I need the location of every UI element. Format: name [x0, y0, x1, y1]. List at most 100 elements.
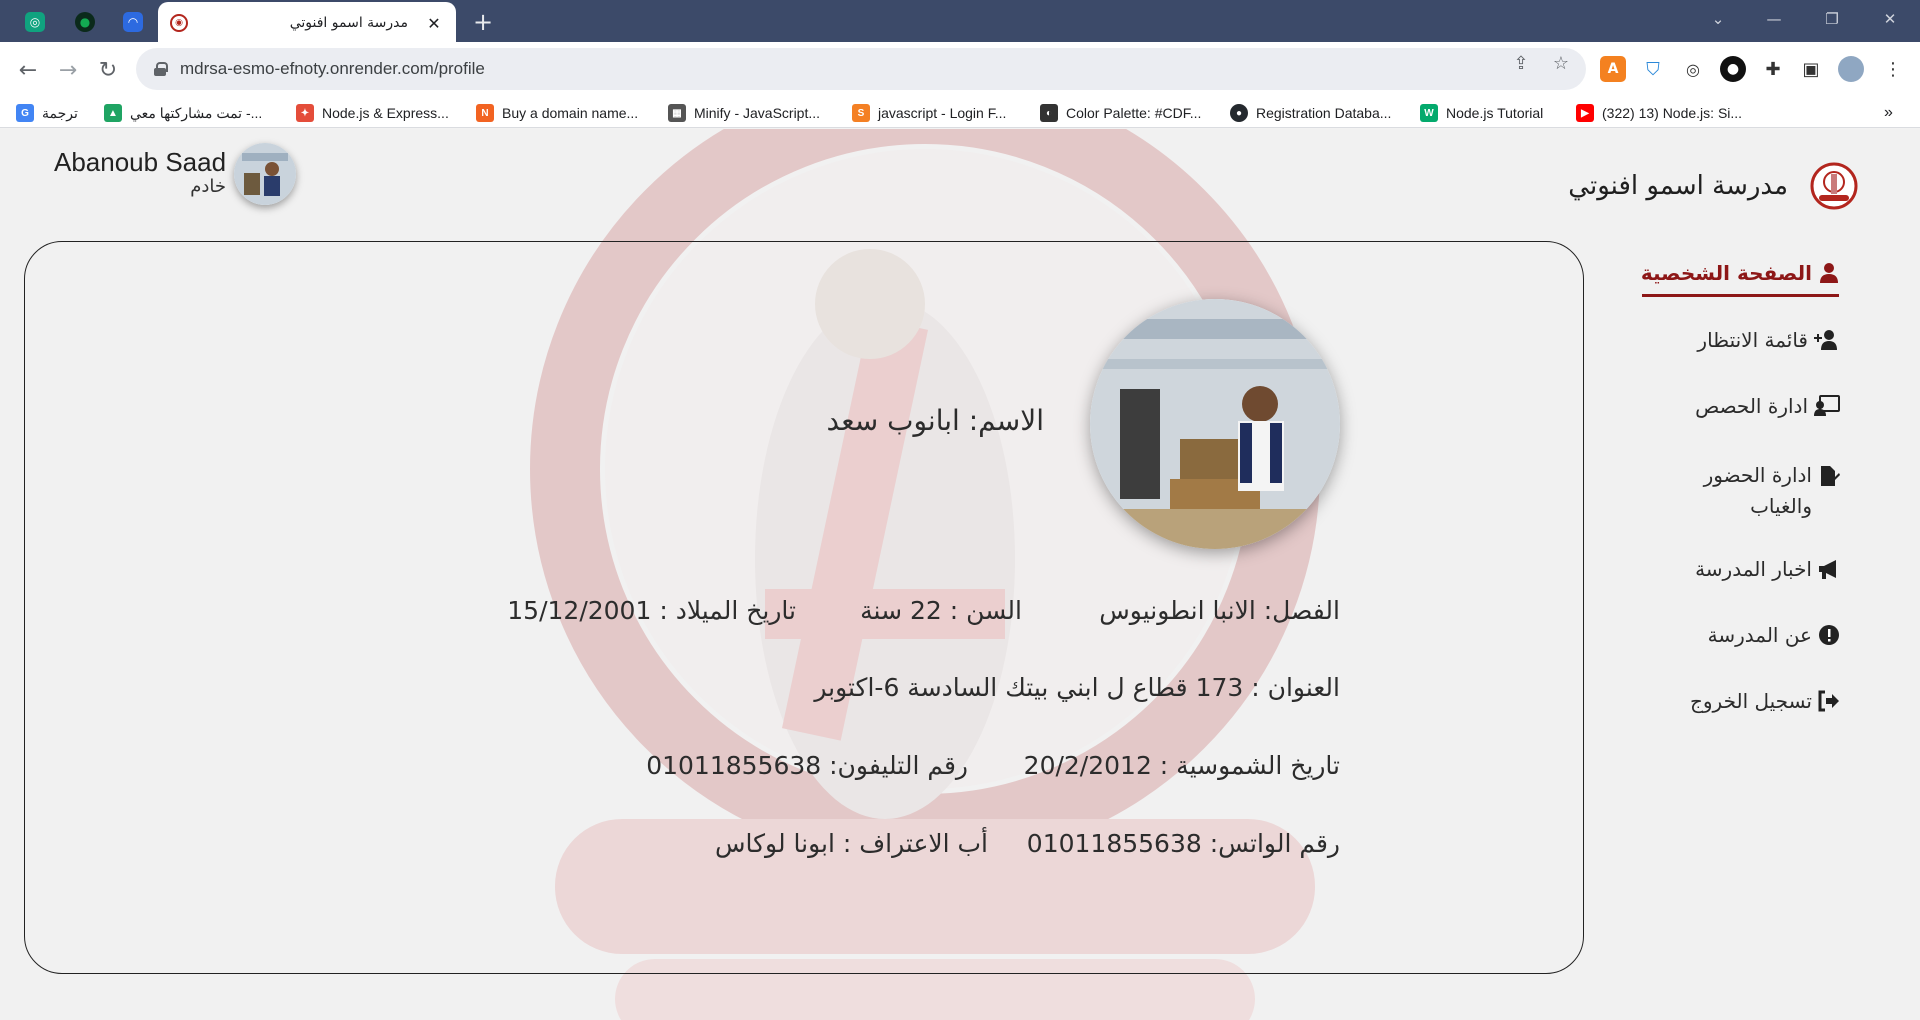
sidebar-item-label: تسجيل الخروج	[1689, 689, 1812, 713]
bookmark-label: تمت مشاركتها معي -...	[130, 104, 263, 121]
pinned-tab-mongodb[interactable]: ●	[60, 4, 110, 40]
extension-a-icon[interactable]: A	[1600, 56, 1626, 82]
user-icon	[1820, 263, 1838, 283]
bookmark-item[interactable]: ◐ Color Palette: #CDF...	[1040, 102, 1201, 124]
user-info: Abanoub Saad خادم	[54, 147, 226, 197]
school-logo-icon	[1810, 162, 1858, 210]
sidebar-item-label: اخبار المدرسة	[1695, 557, 1812, 581]
bookmark-label: Minify - JavaScript...	[694, 105, 821, 121]
file-signature-icon	[1821, 466, 1840, 486]
bookmarks-overflow-button[interactable]: »	[1884, 102, 1893, 124]
namecheap-icon: N	[476, 104, 494, 122]
bookmark-star-icon[interactable]: ☆	[1550, 52, 1572, 74]
school-brand[interactable]: مدرسة اسمو افنوتي	[1568, 162, 1858, 210]
active-browser-tab[interactable]: ◉ مدرسة اسمو افنوتي ✕	[158, 2, 456, 44]
google-translate-icon: G	[16, 104, 34, 122]
chatgpt-icon: ◎	[25, 12, 45, 32]
sidebar-item-label: الصفحة الشخصية	[1640, 261, 1812, 285]
sidebar-item-label: ادارة الحصص	[1695, 394, 1808, 418]
minimize-window-icon[interactable]: —	[1746, 0, 1802, 38]
profile-whatsapp: رقم الواتس: 01011855638	[1026, 829, 1340, 858]
kebab-menu-icon[interactable]: ⋮	[1880, 56, 1906, 82]
address-bar[interactable]: mdrsa-esmo-efnoty.onrender.com/profile	[136, 48, 1586, 90]
google-drive-icon: ▲	[104, 104, 122, 122]
bookmark-item[interactable]: ▲ تمت مشاركتها معي -...	[104, 102, 262, 124]
user-plus-icon	[1814, 330, 1837, 350]
bookmark-item[interactable]: W Node.js Tutorial	[1420, 102, 1543, 124]
bookmark-item[interactable]: ● Registration Databa...	[1230, 102, 1391, 124]
extension-circle-icon[interactable]: ◎	[1680, 56, 1706, 82]
sidebar-item-waiting-list[interactable]: قائمة الانتظار	[1697, 328, 1840, 352]
minify-icon: ▦	[668, 104, 686, 122]
profile-address: العنوان : 173 قطاع ل ابني بيتك السادسة 6…	[814, 673, 1340, 702]
reload-icon[interactable]: ↻	[92, 54, 124, 86]
sign-out-icon	[1818, 690, 1839, 712]
active-item-underline	[1642, 294, 1839, 297]
pinned-tab-render[interactable]: ◠	[108, 4, 158, 40]
bullhorn-icon	[1819, 560, 1836, 579]
tab-search-chevron-icon[interactable]: ⌄	[1690, 0, 1746, 38]
exclamation-circle-icon	[1819, 625, 1839, 645]
sidebar-item-label: ادارة الحضور والغياب	[1703, 463, 1812, 518]
share-icon[interactable]: ⇪	[1510, 52, 1532, 74]
extension-dark-circle-icon[interactable]: ●	[1720, 56, 1746, 82]
profile-class: الفصل: الانبا انطونيوس	[1099, 596, 1340, 625]
school-name: مدرسة اسمو افنوتي	[1568, 171, 1788, 201]
chalkboard-teacher-icon	[1814, 395, 1840, 416]
user-header[interactable]: Abanoub Saad خادم	[54, 143, 297, 205]
avatar[interactable]	[234, 143, 297, 205]
close-window-icon[interactable]: ✕	[1862, 0, 1918, 38]
forward-arrow-icon[interactable]: →	[52, 54, 84, 86]
sidebar-item-profile[interactable]: الصفحة الشخصية	[1641, 261, 1840, 285]
w3schools-icon: W	[1420, 104, 1438, 122]
bookmark-item[interactable]: S javascript - Login F...	[852, 102, 1006, 124]
site-favicon-icon: ◉	[170, 14, 188, 32]
extension-shield-icon[interactable]: ⛉	[1640, 56, 1666, 82]
bookmark-item[interactable]: ▦ Minify - JavaScript...	[668, 102, 820, 124]
bookmark-item[interactable]: ✦ Node.js & Express...	[296, 102, 449, 124]
color-palette-icon: ◐	[1040, 104, 1058, 122]
bookmark-label: Color Palette: #CDF...	[1066, 105, 1202, 121]
render-dashboard-icon: ◠	[123, 12, 143, 32]
sidebar-item-news[interactable]: اخبار المدرسة	[1695, 557, 1840, 581]
stackoverflow-icon: S	[852, 104, 870, 122]
bookmark-label: ترجمة	[42, 104, 78, 121]
bookmarks-bar: G ترجمة ▲ تمت مشاركتها معي -... ✦ Node.j…	[0, 98, 1920, 128]
bookmark-item[interactable]: G ترجمة	[16, 102, 78, 124]
user-name: Abanoub Saad	[54, 147, 227, 177]
extensions-puzzle-icon[interactable]: ✚	[1760, 56, 1786, 82]
profile-confession-father: أب الاعتراف : ابونا لوكاس	[715, 829, 988, 858]
url-text[interactable]: mdrsa-esmo-efnoty.onrender.com/profile	[180, 59, 485, 79]
sidebar-item-about[interactable]: عن المدرسة	[1708, 623, 1840, 647]
bookmark-label: (322) 13) Node.js: Si...	[1602, 105, 1743, 121]
browser-tab-bar: ◎ ● ◠ ◉ مدرسة اسمو افنوتي ✕ + ⌄ — ❐ ✕	[0, 0, 1920, 44]
new-tab-button[interactable]: +	[466, 7, 500, 37]
profile-photo-image	[1090, 299, 1340, 549]
profile-avatar-icon[interactable]	[1838, 56, 1864, 82]
side-panel-icon[interactable]: ▣	[1798, 56, 1824, 82]
sidebar-item-attendance[interactable]: ادارة الحضور والغياب	[1690, 460, 1840, 522]
tab-title: مدرسة اسمو افنوتي	[289, 15, 408, 31]
tab-close-icon[interactable]: ✕	[424, 14, 444, 33]
restore-window-icon[interactable]: ❐	[1804, 0, 1860, 38]
profile-photo	[1090, 299, 1340, 549]
profile-name: الاسم: ابانوب سعد	[826, 404, 1044, 437]
user-role: خادم	[190, 176, 227, 197]
bookmark-item[interactable]: N Buy a domain name...	[476, 102, 638, 124]
mongodb-icon: ●	[75, 12, 95, 32]
puzzle-bookmark-icon: ✦	[296, 104, 314, 122]
profile-birth-date: تاريخ الميلاد : 15/12/2001	[507, 596, 796, 625]
bookmark-label: javascript - Login F...	[878, 105, 1007, 121]
youtube-icon: ▶	[1576, 104, 1594, 122]
pinned-tab-chatgpt[interactable]: ◎	[10, 4, 60, 40]
lock-icon[interactable]	[154, 62, 168, 76]
sidebar-item-lessons[interactable]: ادارة الحصص	[1695, 394, 1840, 418]
bookmark-label: Registration Databa...	[1256, 105, 1392, 121]
bookmark-item[interactable]: ▶ (322) 13) Node.js: Si...	[1576, 102, 1742, 124]
profile-age: السن : 22 سنة	[860, 596, 1022, 625]
back-arrow-icon[interactable]: ←	[12, 54, 44, 86]
sidebar-item-logout[interactable]: تسجيل الخروج	[1690, 689, 1840, 713]
profile-card	[24, 241, 1584, 974]
sidebar-item-label: عن المدرسة	[1707, 623, 1812, 647]
profile-deacon-date: تاريخ الشموسية : 20/2/2012	[1023, 751, 1340, 780]
